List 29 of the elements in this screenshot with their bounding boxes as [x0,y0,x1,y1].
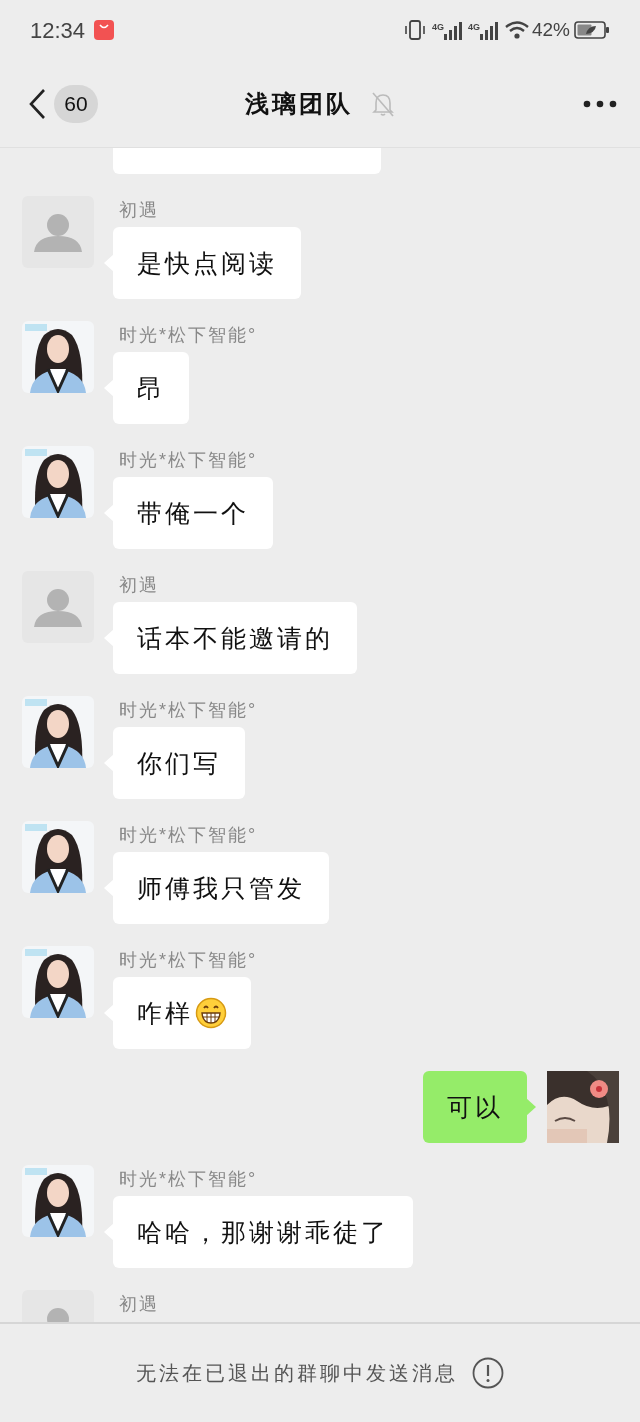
back-chevron-icon [28,87,46,120]
network-type-text: 4G [431,21,444,34]
sender-name: 时光*松下智能° [118,699,258,722]
signal-icon [479,20,498,40]
signal-icon [443,20,462,40]
sender-name: 初遇 [118,199,159,222]
battery-percent-text: 42% [531,17,570,42]
alert-icon [472,1357,504,1389]
back-button[interactable]: 60 [28,84,98,123]
clock-text: 12:34 [30,16,86,45]
unread-count-badge: 60 [54,84,98,123]
chat-title: 浅璃团队 [245,88,353,119]
shopping-bag-icon [93,19,116,41]
vibrate-icon [403,19,426,41]
message-text: 咋样 [137,998,193,1029]
person-icon [22,571,94,643]
sender-name: 时光*松下智能° [118,324,258,347]
network-type-text: 4G [467,21,480,34]
notice-text: 无法在已退出的群聊中发送消息 [136,1361,458,1386]
wifi-icon [503,20,530,40]
sender-name: 时光*松下智能° [118,949,258,972]
battery-icon [574,20,610,40]
sender-name: 时光*松下智能° [118,1168,258,1191]
sender-name: 时光*松下智能° [118,449,258,472]
sender-name: 初遇 [118,1293,159,1316]
person-icon [22,196,94,268]
sender-name: 时光*松下智能° [118,824,258,847]
more-icon [582,99,618,110]
sender-name: 初遇 [118,574,159,597]
